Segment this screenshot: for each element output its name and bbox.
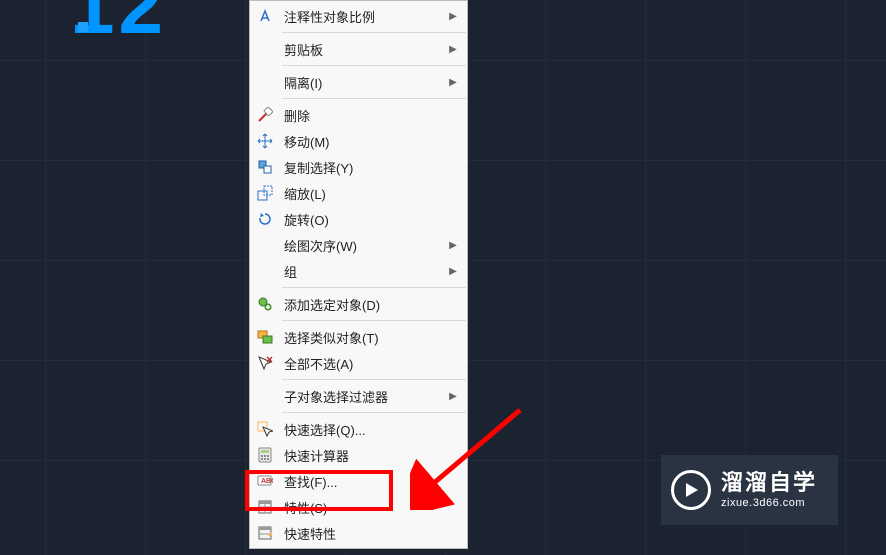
blank-icon <box>250 263 280 279</box>
menu-item[interactable]: 注释性对象比例▶ <box>250 3 467 29</box>
menu-item-label: 全部不选(A) <box>280 354 445 373</box>
copy-icon <box>250 159 280 175</box>
watermark-url: zixue.3d66.com <box>721 497 817 510</box>
submenu-arrow-icon: ▶ <box>445 77 461 88</box>
properties-icon <box>250 499 280 515</box>
menu-item[interactable]: 剪贴板▶ <box>250 36 467 62</box>
menu-separator <box>282 287 466 288</box>
menu-separator <box>282 320 466 321</box>
deselect-icon <box>250 355 280 371</box>
quickcalc-icon <box>250 447 280 463</box>
menu-item[interactable]: 隔离(I)▶ <box>250 69 467 95</box>
watermark-title: 溜溜自学 <box>721 470 817 496</box>
menu-item-label: 旋转(O) <box>280 210 445 229</box>
menu-item[interactable]: 快速计算器 <box>250 442 467 468</box>
menu-item[interactable]: 子对象选择过滤器▶ <box>250 383 467 409</box>
scale-icon <box>250 185 280 201</box>
menu-item-label: 查找(F)... <box>280 472 445 491</box>
submenu-arrow-icon: ▶ <box>445 266 461 277</box>
menu-item[interactable]: 添加选定对象(D) <box>250 291 467 317</box>
submenu-arrow-icon: ▶ <box>445 11 461 22</box>
add-selected-icon <box>250 296 280 312</box>
menu-item[interactable]: ABC 查找(F)... <box>250 468 467 494</box>
menu-separator <box>282 65 466 66</box>
menu-separator <box>282 412 466 413</box>
menu-item-label: 删除 <box>280 106 445 125</box>
menu-item-label: 快速计算器 <box>280 446 445 465</box>
menu-item-label: 快速特性 <box>280 524 445 543</box>
menu-item[interactable]: 快速选择(Q)... <box>250 416 467 442</box>
menu-item-label: 快速选择(Q)... <box>280 420 445 439</box>
menu-item[interactable]: 复制选择(Y) <box>250 154 467 180</box>
submenu-arrow-icon: ▶ <box>445 391 461 402</box>
submenu-arrow-icon: ▶ <box>445 44 461 55</box>
quick-select-icon <box>250 421 280 437</box>
menu-item-label: 绘图次序(W) <box>280 236 445 255</box>
menu-item-label: 特性(S) <box>280 498 445 517</box>
erase-icon <box>250 107 280 123</box>
menu-item-label: 添加选定对象(D) <box>280 295 445 314</box>
blank-icon <box>250 237 280 253</box>
menu-separator <box>282 98 466 99</box>
menu-item-label: 隔离(I) <box>280 73 445 92</box>
menu-item-label: 子对象选择过滤器 <box>280 387 445 406</box>
blank-icon <box>250 388 280 404</box>
submenu-arrow-icon: ▶ <box>445 240 461 251</box>
menu-item-label: 剪贴板 <box>280 40 445 59</box>
rotate-icon <box>250 211 280 227</box>
menu-item[interactable]: 组▶ <box>250 258 467 284</box>
grip-handle[interactable] <box>78 22 88 32</box>
blank-icon <box>250 41 280 57</box>
watermark: 溜溜自学 zixue.3d66.com <box>661 455 838 525</box>
menu-item-label: 注释性对象比例 <box>280 7 445 26</box>
select-similar-icon <box>250 329 280 345</box>
play-icon <box>671 470 711 510</box>
menu-separator <box>282 379 466 380</box>
move-icon <box>250 133 280 149</box>
menu-item[interactable]: 选择类似对象(T) <box>250 324 467 350</box>
menu-item[interactable]: 移动(M) <box>250 128 467 154</box>
blank-icon <box>250 74 280 90</box>
menu-item-label: 复制选择(Y) <box>280 158 445 177</box>
svg-text:ABC: ABC <box>261 478 273 485</box>
menu-item-label: 组 <box>280 262 445 281</box>
menu-item-label: 选择类似对象(T) <box>280 328 445 347</box>
context-menu: 注释性对象比例▶剪贴板▶隔离(I)▶删除移动(M)复制选择(Y)缩放(L)旋转(… <box>249 0 468 549</box>
menu-item-label: 缩放(L) <box>280 184 445 203</box>
find-icon: ABC <box>250 473 280 489</box>
annotative-icon <box>250 8 280 24</box>
menu-item[interactable]: 特性(S) <box>250 494 467 520</box>
menu-item[interactable]: 缩放(L) <box>250 180 467 206</box>
qprops-icon <box>250 525 280 541</box>
menu-item[interactable]: 删除 <box>250 102 467 128</box>
menu-item[interactable]: 快速特性 <box>250 520 467 546</box>
menu-item[interactable]: 绘图次序(W)▶ <box>250 232 467 258</box>
menu-separator <box>282 32 466 33</box>
menu-item[interactable]: 全部不选(A) <box>250 350 467 376</box>
menu-item-label: 移动(M) <box>280 132 445 151</box>
menu-item[interactable]: 旋转(O) <box>250 206 467 232</box>
